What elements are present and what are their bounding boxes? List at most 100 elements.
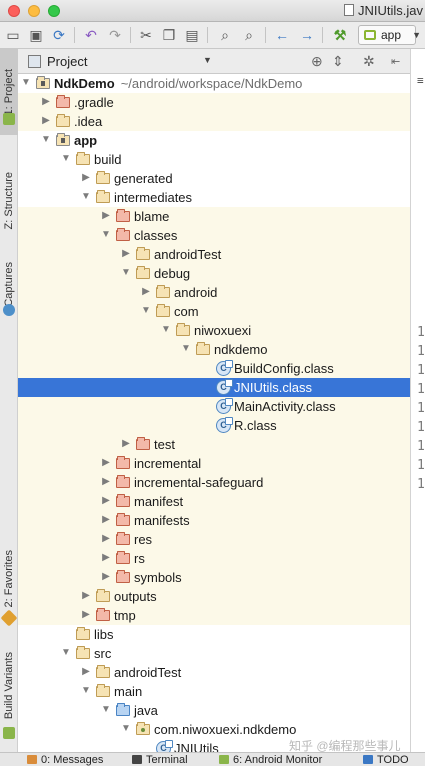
tree-row[interactable]: ▶ res — [18, 530, 410, 549]
copy-icon[interactable]: ❐ — [160, 26, 178, 44]
expand-arrow-icon[interactable]: ▼ — [80, 190, 92, 204]
tree-row[interactable]: ▶ blame — [18, 207, 410, 226]
tree-row[interactable]: libs — [18, 625, 410, 644]
hide-panel-icon[interactable]: ⇤ — [391, 55, 400, 68]
tree-row[interactable]: C JNIUtils.class — [18, 378, 410, 397]
save-icon[interactable]: ▣ — [27, 26, 45, 44]
maximize-window-button[interactable] — [48, 5, 60, 17]
collapse-arrow-icon[interactable]: ▶ — [100, 494, 112, 508]
cut-icon[interactable]: ✂ — [137, 26, 155, 44]
scroll-from-source-icon[interactable]: ⊕ — [311, 53, 323, 70]
tree-row[interactable]: ▶ incremental — [18, 454, 410, 473]
expand-arrow-icon[interactable]: ▼ — [140, 304, 152, 318]
redo-icon[interactable]: ↷ — [106, 26, 124, 44]
forward-icon[interactable]: → — [298, 26, 316, 44]
replace-icon[interactable]: ⌕ — [240, 26, 258, 44]
find-icon[interactable]: ⌕ — [216, 26, 234, 44]
collapse-arrow-icon[interactable]: ▶ — [100, 475, 112, 489]
tree-row[interactable]: ▶ androidTest — [18, 245, 410, 264]
tree-row[interactable]: ▼ java — [18, 701, 410, 720]
tree-item-label: incremental — [134, 455, 201, 472]
expand-arrow-icon[interactable]: ▼ — [100, 703, 112, 717]
collapse-arrow-icon[interactable]: ▶ — [120, 247, 132, 261]
gear-icon[interactable]: ✲ — [363, 53, 375, 70]
line-number: 1 — [417, 458, 425, 473]
collapse-arrow-icon[interactable]: ▶ — [100, 551, 112, 565]
tree-row[interactable]: ▼ debug — [18, 264, 410, 283]
tree-row[interactable]: ▶ test — [18, 435, 410, 454]
tree-row[interactable]: ▶ symbols — [18, 568, 410, 587]
tree-row[interactable]: ▶ manifest — [18, 492, 410, 511]
tab-build-variants[interactable]: Build Variants — [0, 645, 18, 727]
collapse-arrow-icon[interactable]: ▶ — [140, 285, 152, 299]
tab-messages[interactable]: 0: Messages — [27, 753, 103, 766]
paste-icon[interactable]: ▤ — [183, 26, 201, 44]
run-configuration-selector[interactable]: app ▼ — [358, 25, 421, 45]
tree-row[interactable]: ▼ niwoxuexi — [18, 321, 410, 340]
collapse-arrow-icon[interactable]: ▶ — [80, 171, 92, 185]
collapse-arrow-icon[interactable]: ▶ — [100, 456, 112, 470]
collapse-arrow-icon[interactable]: ▶ — [120, 437, 132, 451]
excluded-folder-icon — [116, 475, 130, 488]
expand-arrow-icon[interactable]: ▼ — [160, 323, 172, 337]
tree-row[interactable]: ▶ tmp — [18, 606, 410, 625]
tree-row[interactable]: C R.class — [18, 416, 410, 435]
minimize-window-button[interactable] — [28, 5, 40, 17]
expand-arrow-icon[interactable]: ▼ — [40, 133, 52, 147]
expand-arrow-icon[interactable]: ▼ — [100, 228, 112, 242]
project-tree[interactable]: ▼ NdkDemo ~/android/workspace/NdkDemo ▶ .gra… — [18, 74, 410, 752]
tree-row[interactable]: ▶ rs — [18, 549, 410, 568]
tree-row[interactable]: ▼ com — [18, 302, 410, 321]
collapse-arrow-icon[interactable]: ▶ — [100, 532, 112, 546]
collapse-all-icon[interactable]: ⇕ — [332, 53, 344, 70]
tab-favorites[interactable]: 2: Favorites — [0, 539, 18, 619]
tree-row[interactable]: C MainActivity.class — [18, 397, 410, 416]
tree-row[interactable]: ▶ .gradle — [18, 93, 410, 112]
collapse-arrow-icon[interactable]: ▶ — [40, 114, 52, 128]
collapse-arrow-icon[interactable]: ▶ — [80, 608, 92, 622]
folder-icon — [96, 665, 110, 678]
collapse-arrow-icon[interactable]: ▶ — [40, 95, 52, 109]
tree-row[interactable]: ▼ app — [18, 131, 410, 150]
tree-row[interactable]: ▼ build — [18, 150, 410, 169]
tree-row[interactable]: ▼ intermediates — [18, 188, 410, 207]
expand-arrow-icon[interactable]: ▼ — [60, 152, 72, 166]
tab-structure[interactable]: Z: Structure — [0, 141, 18, 261]
collapse-arrow-icon[interactable]: ▶ — [100, 570, 112, 584]
open-folder-icon[interactable]: ▭ — [4, 26, 22, 44]
chevron-down-icon[interactable]: ▼ — [203, 55, 212, 65]
tree-row[interactable]: ▶ android — [18, 283, 410, 302]
undo-icon[interactable]: ↶ — [82, 26, 100, 44]
build-hammer-icon[interactable]: ⚒ — [331, 26, 349, 44]
collapse-arrow-icon[interactable]: ▶ — [100, 209, 112, 223]
tab-android-monitor[interactable]: 6: Android Monitor — [219, 753, 322, 766]
expand-arrow-icon[interactable]: ▼ — [20, 76, 32, 90]
expand-arrow-icon[interactable]: ▼ — [60, 646, 72, 660]
close-window-button[interactable] — [8, 5, 20, 17]
tree-row[interactable]: C BuildConfig.class — [18, 359, 410, 378]
tree-row[interactable]: ▶ manifests — [18, 511, 410, 530]
sync-icon[interactable]: ⟳ — [50, 26, 68, 44]
tree-row[interactable]: ▼ NdkDemo ~/android/workspace/NdkDemo — [18, 74, 410, 93]
tree-row[interactable]: ▶ generated — [18, 169, 410, 188]
collapse-arrow-icon[interactable]: ▶ — [80, 589, 92, 603]
tree-row[interactable]: ▼ src — [18, 644, 410, 663]
project-view-selector[interactable]: Project — [47, 54, 87, 69]
collapse-arrow-icon[interactable]: ▶ — [80, 665, 92, 679]
expand-arrow-icon[interactable]: ▼ — [180, 342, 192, 356]
tree-row[interactable]: ▶ androidTest — [18, 663, 410, 682]
tab-todo[interactable]: TODO — [363, 753, 409, 766]
tree-row[interactable]: ▶ outputs — [18, 587, 410, 606]
tree-item-name: tmp — [114, 608, 136, 623]
expand-arrow-icon[interactable]: ▼ — [80, 684, 92, 698]
tree-row[interactable]: ▼ ndkdemo — [18, 340, 410, 359]
back-icon[interactable]: ← — [273, 26, 291, 44]
tree-row[interactable]: ▼ classes — [18, 226, 410, 245]
expand-arrow-icon[interactable]: ▼ — [120, 722, 132, 736]
tree-row[interactable]: ▼ main — [18, 682, 410, 701]
tab-terminal[interactable]: Terminal — [132, 753, 188, 766]
collapse-arrow-icon[interactable]: ▶ — [100, 513, 112, 527]
tree-row[interactable]: ▶ .idea — [18, 112, 410, 131]
tree-row[interactable]: ▶ incremental-safeguard — [18, 473, 410, 492]
expand-arrow-icon[interactable]: ▼ — [120, 266, 132, 280]
